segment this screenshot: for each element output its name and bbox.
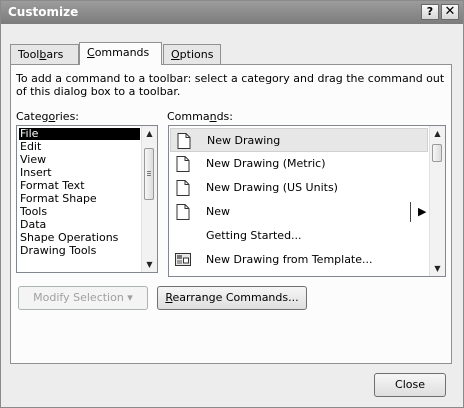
blank-document-icon xyxy=(177,133,191,149)
tab-accesskey: O xyxy=(171,48,180,61)
commands-scrollbar[interactable]: ▲ ▼ xyxy=(429,126,445,276)
rearrange-commands-button[interactable]: Rearrange Commands... xyxy=(157,286,307,310)
label-text: Categ xyxy=(16,110,49,123)
command-item-new[interactable]: New ▶ xyxy=(170,200,428,224)
grip-line xyxy=(147,171,151,172)
category-item-shape-operations[interactable]: Shape Operations xyxy=(19,232,118,244)
tab-options[interactable]: Options xyxy=(163,44,221,64)
command-item-new-drawing-from-template[interactable]: New Drawing from Template... xyxy=(170,248,428,272)
category-item-data[interactable]: Data xyxy=(19,219,46,231)
label-accesskey: n xyxy=(209,110,217,123)
categories-scrollbar[interactable]: ▲ ▼ xyxy=(141,126,157,272)
tab-toolbars[interactable]: Toolbars xyxy=(10,44,79,64)
title-bar[interactable]: Customize ? ✕ xyxy=(1,1,463,24)
command-label: New Drawing (Metric) xyxy=(206,157,326,170)
scroll-up-arrow-icon[interactable]: ▲ xyxy=(430,126,445,141)
category-item-insert[interactable]: Insert xyxy=(19,167,52,179)
blank-document-icon xyxy=(176,180,190,196)
tab-label: ars xyxy=(46,48,64,61)
help-button[interactable]: ? xyxy=(421,4,439,20)
category-item-format-text[interactable]: Format Text xyxy=(19,180,85,192)
command-item-new-drawing-us-units[interactable]: New Drawing (US Units) xyxy=(170,176,428,200)
blank-document-icon xyxy=(176,204,190,220)
category-item-view[interactable]: View xyxy=(19,154,46,166)
tab-commands[interactable]: Commands xyxy=(79,42,162,65)
template-document-icon xyxy=(175,253,191,266)
window-title: Customize xyxy=(8,5,79,19)
categories-label: Categories: xyxy=(16,110,79,123)
button-label: earrange Commands... xyxy=(172,291,299,304)
label-text: ds: xyxy=(216,110,233,123)
scroll-thumb[interactable] xyxy=(432,144,442,162)
tab-accesskey: C xyxy=(87,46,95,59)
submenu-arrow-icon: ▶ xyxy=(418,205,427,218)
modify-selection-button[interactable]: Modify Selection ▾ xyxy=(18,286,148,310)
close-button[interactable]: Close xyxy=(374,373,446,397)
scroll-down-arrow-icon[interactable]: ▼ xyxy=(142,257,157,272)
instructions-text: To add a command to a toolbar: select a … xyxy=(16,72,445,98)
label-text: ries: xyxy=(55,110,80,123)
category-item-drawing-tools[interactable]: Drawing Tools xyxy=(19,245,96,257)
button-accesskey: R xyxy=(165,291,173,304)
command-label: Getting Started... xyxy=(206,229,302,242)
label-text: Comma xyxy=(167,110,210,123)
category-item-edit[interactable]: Edit xyxy=(19,141,41,153)
category-item-file[interactable]: File xyxy=(19,128,140,140)
close-window-button[interactable]: ✕ xyxy=(441,4,459,20)
scroll-thumb[interactable] xyxy=(144,148,154,200)
commands-listbox[interactable]: New Drawing New Drawing (Metric) New Dra… xyxy=(168,125,446,277)
tab-label: ommands xyxy=(94,46,150,59)
tab-label: Tool xyxy=(18,48,40,61)
scroll-up-arrow-icon[interactable]: ▲ xyxy=(142,126,157,141)
command-label: New Drawing (US Units) xyxy=(206,181,338,194)
grip-line xyxy=(147,175,151,176)
command-item-new-drawing-metric[interactable]: New Drawing (Metric) xyxy=(170,152,428,176)
scroll-down-arrow-icon[interactable]: ▼ xyxy=(430,261,445,276)
command-label: New Drawing xyxy=(207,134,281,147)
tab-label: ptions xyxy=(179,48,214,61)
commands-label: Commands: xyxy=(167,110,233,123)
category-item-tools[interactable]: Tools xyxy=(19,206,47,218)
command-item-getting-started[interactable]: Getting Started... xyxy=(170,224,428,248)
blank-document-icon xyxy=(176,156,190,172)
category-item-format-shape[interactable]: Format Shape xyxy=(19,193,97,205)
grip-line xyxy=(147,173,151,174)
command-label: New Drawing from Template... xyxy=(206,253,373,266)
submenu-divider xyxy=(410,202,411,222)
command-item-new-drawing[interactable]: New Drawing xyxy=(170,128,428,152)
command-label: New xyxy=(206,205,230,218)
categories-listbox[interactable]: File Edit View Insert Format Text Format… xyxy=(16,125,158,273)
